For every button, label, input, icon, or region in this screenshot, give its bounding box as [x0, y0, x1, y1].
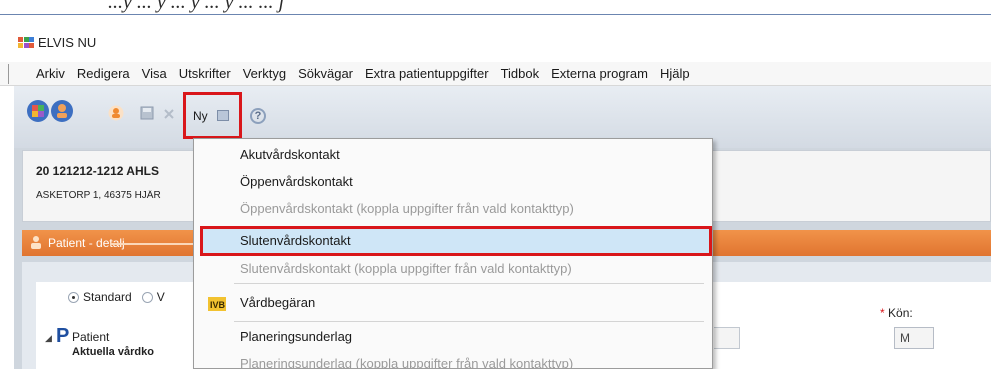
required-marker: * — [880, 306, 885, 320]
ny-dropdown-menu: Akutvårdskontakt Öppenvårdskontakt Öppen… — [193, 138, 713, 369]
app-logo-icon — [18, 37, 34, 48]
vardbegaran-icon: IVB — [208, 297, 226, 311]
chevron-down-icon[interactable] — [217, 110, 229, 121]
patient-address: ASKETORP 1, 46375 HJÄR — [36, 190, 161, 201]
menu-item-slutenvardskontakt[interactable]: Slutenvårdskontakt — [240, 233, 351, 248]
person-icon — [31, 236, 41, 249]
menu-bar-grip — [8, 64, 11, 84]
menu-items: Arkiv Redigera Visa Utskrifter Verktyg S… — [36, 66, 702, 81]
ny-button-highlight — [183, 92, 242, 139]
menu-item-akutvardskontakt[interactable]: Akutvårdskontakt — [240, 147, 340, 162]
menu-arkiv[interactable]: Arkiv — [36, 66, 65, 81]
menu-item-planeringsunderlag[interactable]: Planeringsunderlag — [240, 329, 352, 344]
divider — [110, 243, 200, 245]
menu-verktyg[interactable]: Verktyg — [243, 66, 286, 81]
person-icon[interactable] — [108, 105, 124, 121]
menu-separator — [234, 321, 704, 322]
tree-item-patient[interactable]: Patient — [72, 330, 109, 344]
ny-button[interactable]: Ny — [193, 109, 208, 123]
patient-id: 20 121212-1212 AHLS — [36, 164, 159, 178]
title-bar: ELVIS NU — [0, 14, 991, 60]
menu-item-oppenvardskontakt-koppla: Öppenvårdskontakt (koppla uppgifter från… — [240, 201, 574, 216]
close-icon[interactable] — [164, 109, 174, 119]
caption-text: ...y ... y ... y ... y ... ... j — [108, 0, 285, 13]
radio-standard-label: Standard — [83, 290, 132, 304]
tree-item-aktuella-vardkontakter[interactable]: Aktuella vårdko — [72, 346, 192, 358]
view-radio-group: Standard V — [68, 290, 165, 304]
caption-strip: ...y ... y ... y ... y ... ... j — [0, 0, 991, 14]
app-title: ELVIS NU — [38, 35, 97, 50]
patient-search-icon[interactable] — [50, 99, 74, 123]
vardbegaran-icon-text: IVB — [210, 300, 226, 310]
puzzle-icon[interactable] — [26, 99, 50, 123]
kon-field[interactable]: M — [894, 327, 934, 349]
menu-separator — [234, 283, 704, 284]
kon-label: * Kön: — [880, 306, 913, 320]
menu-item-planeringsunderlag-koppla: Planeringsunderlag (koppla uppgifter frå… — [240, 356, 574, 369]
save-icon[interactable] — [140, 106, 154, 120]
menu-hjalp[interactable]: Hjälp — [660, 66, 690, 81]
kon-label-text: Kön: — [888, 306, 913, 320]
radio-other[interactable] — [141, 291, 153, 303]
menu-utskrifter[interactable]: Utskrifter — [179, 66, 231, 81]
menu-bar: Arkiv Redigera Visa Utskrifter Verktyg S… — [0, 62, 991, 86]
menu-tidbok[interactable]: Tidbok — [501, 66, 540, 81]
menu-extra-patientuppgifter[interactable]: Extra patientuppgifter — [365, 66, 489, 81]
menu-sokvagar[interactable]: Sökvägar — [298, 66, 353, 81]
menu-item-vardbegaran[interactable]: Vårdbegäran — [240, 295, 315, 310]
menu-redigera[interactable]: Redigera — [77, 66, 130, 81]
menu-visa[interactable]: Visa — [142, 66, 167, 81]
menu-externa-program[interactable]: Externa program — [551, 66, 648, 81]
patient-p-icon: P — [56, 325, 70, 347]
menu-item-slutenvardskontakt-koppla: Slutenvårdskontakt (koppla uppgifter frå… — [240, 261, 572, 276]
radio-standard[interactable] — [68, 291, 79, 303]
radio-other-label: V — [156, 290, 165, 304]
menu-item-oppenvardskontakt[interactable]: Öppenvårdskontakt — [240, 174, 353, 189]
tree-expand-icon[interactable]: ◢ — [45, 333, 52, 344]
help-icon[interactable]: ? — [250, 108, 266, 124]
text-field[interactable] — [714, 327, 740, 349]
